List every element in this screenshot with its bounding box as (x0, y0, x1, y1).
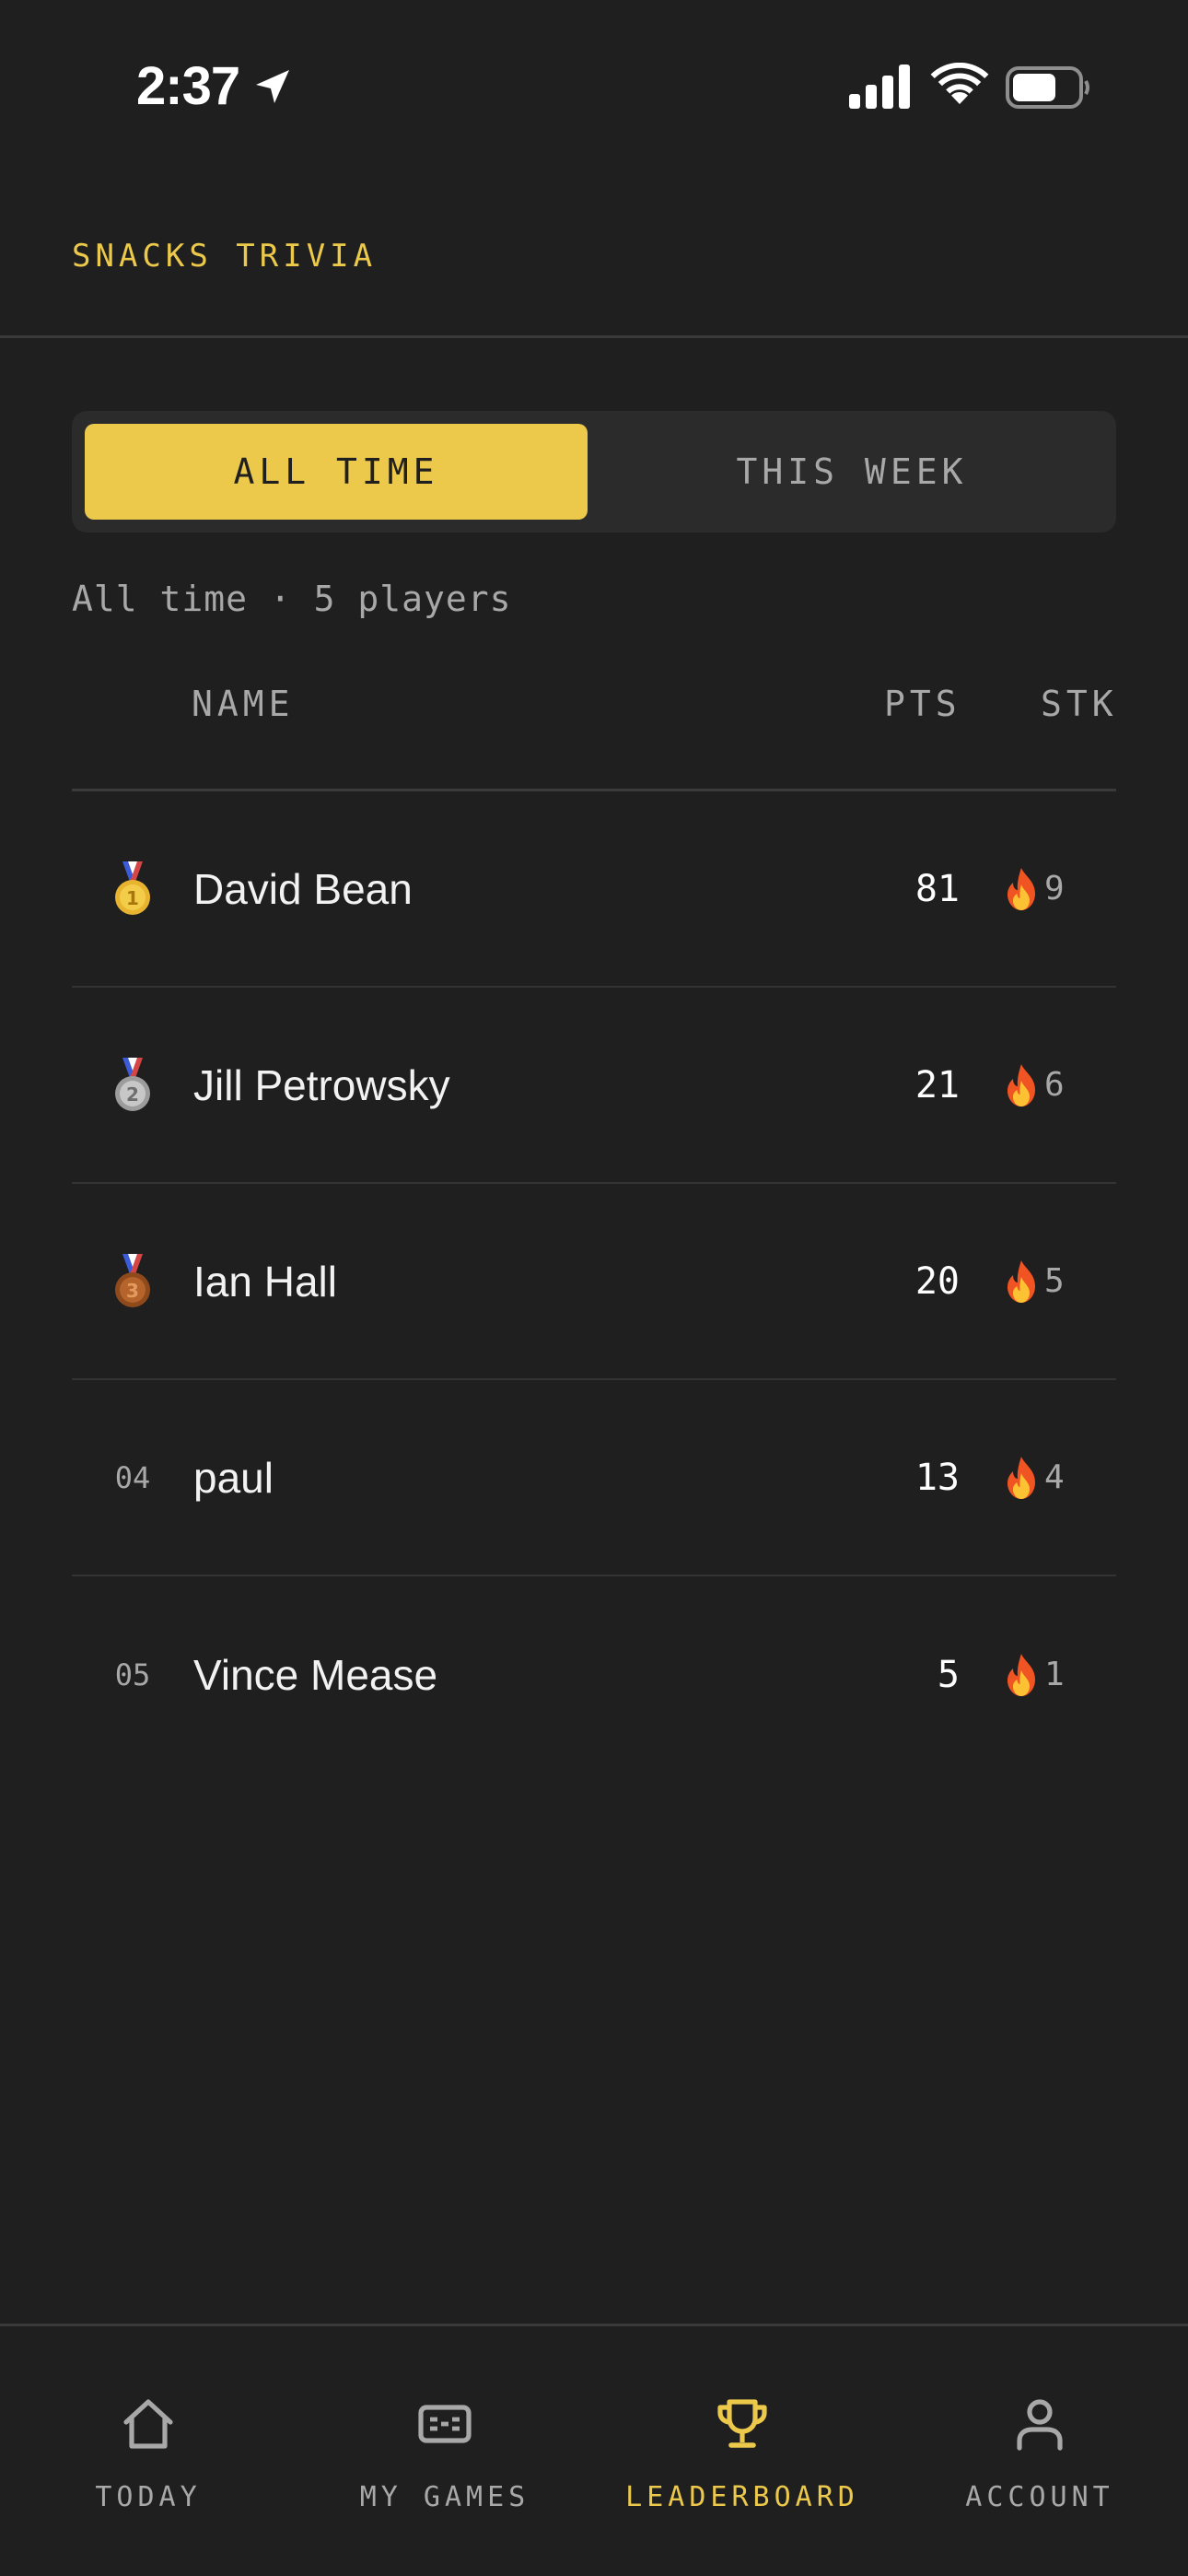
rank-number: 05 (114, 1657, 151, 1692)
location-arrow-icon (256, 70, 289, 103)
leaderboard-row: 05 Vince Mease 5 1 (72, 1576, 1116, 1773)
header-divider (0, 335, 1188, 338)
player-streak: 6 (1004, 1063, 1065, 1107)
player-streak: 9 (1004, 867, 1065, 910)
nav-label: MY GAMES (359, 2481, 530, 2513)
player-name: paul (193, 1453, 274, 1502)
player-name: Vince Mease (193, 1650, 438, 1699)
column-header-pts: PTS (884, 684, 961, 724)
player-streak: 1 (1004, 1653, 1065, 1696)
rank-cell: 3 (105, 1253, 160, 1309)
silver-medal-icon: 2 (115, 1057, 150, 1111)
nav-tab-leaderboard[interactable]: LEADERBOARD (594, 2326, 891, 2576)
svg-text:3: 3 (126, 1280, 139, 1302)
rank-cell: 2 (105, 1057, 160, 1113)
leaderboard-row: 04 paul 13 4 (72, 1380, 1116, 1576)
battery-icon (1006, 66, 1089, 109)
column-header-name: NAME (192, 684, 295, 724)
svg-text:1: 1 (126, 887, 139, 909)
streak-value: 9 (1044, 870, 1065, 907)
nav-tab-today[interactable]: TODAY (0, 2326, 297, 2576)
streak-value: 5 (1044, 1262, 1065, 1300)
status-bar: 2:37 (0, 0, 1188, 175)
rank-cell: 04 (105, 1450, 160, 1505)
leaderboard-subtitle: All time · 5 players (72, 579, 512, 619)
status-time: 2:37 (136, 56, 240, 116)
rank-number: 04 (114, 1459, 151, 1495)
app-title: SNACKS TRIVIA (72, 238, 378, 275)
fire-icon (1007, 1456, 1035, 1499)
ticket-icon (418, 2405, 472, 2443)
player-points: 21 (914, 1063, 960, 1107)
gold-medal-icon: 1 (115, 861, 150, 915)
period-segmented-control: ALL TIME THIS WEEK (72, 411, 1116, 533)
trophy-icon (717, 2399, 767, 2448)
bottom-tab-bar: TODAY MY GAMES LEADERBOARD ACCOUNT (0, 2324, 1188, 2576)
leaderboard-row: 1 David Bean 81 9 (72, 791, 1116, 988)
player-streak: 4 (1004, 1456, 1065, 1499)
streak-value: 6 (1044, 1066, 1065, 1104)
tab-all-time[interactable]: ALL TIME (85, 424, 588, 520)
player-streak: 5 (1004, 1259, 1065, 1303)
rank-cell: 1 (105, 861, 160, 917)
player-name: Jill Petrowsky (193, 1060, 450, 1109)
leaderboard-row: 2 Jill Petrowsky 21 6 (72, 988, 1116, 1184)
leaderboard-row: 3 Ian Hall 20 5 (72, 1184, 1116, 1380)
fire-icon (1007, 1653, 1035, 1696)
player-points: 5 (937, 1653, 960, 1696)
cellular-signal-icon (849, 64, 910, 109)
home-icon (123, 2399, 173, 2449)
player-name: Ian Hall (193, 1257, 337, 1306)
wifi-icon (930, 63, 989, 104)
player-points: 81 (914, 867, 960, 910)
column-header-stk: STK (1041, 684, 1118, 724)
fire-icon (1007, 1259, 1035, 1303)
nav-label: LEADERBOARD (625, 2481, 859, 2513)
svg-text:2: 2 (126, 1083, 139, 1106)
streak-value: 1 (1044, 1656, 1065, 1693)
player-points: 13 (914, 1456, 960, 1499)
fire-icon (1007, 867, 1035, 910)
player-points: 20 (914, 1259, 960, 1303)
nav-tab-account[interactable]: ACCOUNT (891, 2326, 1188, 2576)
player-name: David Bean (193, 864, 413, 913)
rank-cell: 05 (105, 1647, 160, 1703)
fire-icon (1007, 1063, 1035, 1107)
nav-tab-my-games[interactable]: MY GAMES (297, 2326, 593, 2576)
tab-this-week[interactable]: THIS WEEK (600, 424, 1103, 520)
person-icon (1017, 2399, 1063, 2451)
bronze-medal-icon: 3 (115, 1253, 150, 1307)
streak-value: 4 (1044, 1458, 1065, 1496)
nav-label: TODAY (95, 2481, 202, 2513)
nav-label: ACCOUNT (965, 2481, 1114, 2513)
